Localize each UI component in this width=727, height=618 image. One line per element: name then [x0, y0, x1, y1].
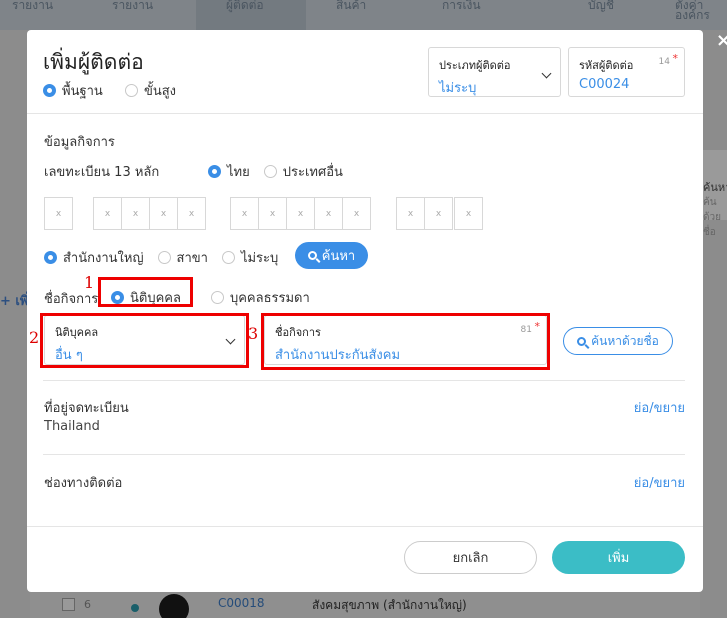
- tax-digit-input[interactable]: x: [424, 197, 453, 230]
- address-section-title: ที่อยู่จดทะเบียน: [44, 401, 129, 416]
- tax-digit-input[interactable]: x: [230, 197, 259, 230]
- mode-selector: พื้นฐาน ขั้นสูง: [43, 80, 194, 101]
- search-button-label: ค้นหา: [321, 249, 356, 264]
- country-other-radio[interactable]: ประเทศอื่น: [263, 161, 343, 182]
- status-dot: [131, 604, 139, 612]
- business-section-title: ข้อมูลกิจการ: [44, 135, 115, 150]
- mode-basic-label: พื้นฐาน: [62, 84, 103, 99]
- contact-code-value: C00024: [579, 77, 630, 92]
- radio-icon: [210, 291, 224, 304]
- mode-advanced-radio[interactable]: ขั้นสูง: [124, 80, 177, 101]
- modal-title: เพิ่มผู้ติดต่อ: [43, 50, 144, 74]
- nav-tab-report-2[interactable]: รายงาน: [112, 0, 153, 30]
- branch-hq-radio[interactable]: สำนักงานใหญ่: [44, 247, 144, 268]
- row-number: 6: [84, 598, 91, 611]
- search-by-name-button[interactable]: ค้นหาด้วยชื่อ: [563, 327, 673, 355]
- country-other-label: ประเทศอื่น: [282, 165, 343, 180]
- tax-digit-input[interactable]: x: [258, 197, 287, 230]
- annotation-number-3: 3: [248, 324, 259, 343]
- add-contact-modal: เพิ่มผู้ติดต่อ พื้นฐาน ขั้นสูง ประเภทผู้…: [27, 30, 703, 592]
- mode-advanced-label: ขั้นสูง: [143, 84, 177, 99]
- radio-icon: [208, 165, 221, 178]
- tax-digit-input[interactable]: x: [396, 197, 425, 230]
- radio-icon: [221, 251, 235, 264]
- radio-icon: [157, 251, 171, 264]
- address-value: Thailand: [44, 419, 100, 434]
- tax-id-group-2: x x x x: [93, 197, 206, 230]
- avatar: [159, 594, 189, 618]
- contact-channels-toggle-link[interactable]: ย่อ/ขยาย: [634, 472, 685, 493]
- search-button[interactable]: ค้นหา: [295, 242, 368, 269]
- search-icon: [577, 336, 587, 346]
- contact-type-select[interactable]: ประเภทผู้ติดต่อ ไม่ระบุ: [428, 47, 561, 97]
- annotation-number-2: 2: [29, 328, 40, 347]
- radio-icon: [44, 251, 57, 264]
- tax-digit-input[interactable]: x: [44, 197, 73, 230]
- mode-basic-radio[interactable]: พื้นฐาน: [43, 80, 103, 101]
- search-panel-hint: ค้นด้วยชื่อ: [703, 197, 721, 238]
- tax-digit-input[interactable]: x: [286, 197, 315, 230]
- cancel-button[interactable]: ยกเลิก: [404, 541, 537, 574]
- branch-hq-label: สำนักงานใหญ่: [63, 251, 144, 266]
- contact-code-field[interactable]: รหัสผู้ติดต่อ C00024 14 *: [568, 47, 685, 97]
- row-checkbox[interactable]: [62, 598, 75, 611]
- tax-digit-input[interactable]: x: [93, 197, 122, 230]
- search-panel-label: ค้นหา: [703, 181, 727, 194]
- country-thai-radio[interactable]: ไทย: [208, 161, 250, 182]
- annotation-number-1: 1: [84, 273, 95, 292]
- branch-branch-radio[interactable]: สาขา: [157, 247, 208, 268]
- tax-id-group-4: x x: [396, 197, 453, 230]
- branch-none-label: ไม่ระบุ: [240, 251, 279, 266]
- contact-type-label: ประเภทผู้ติดต่อ: [439, 59, 511, 72]
- branch-none-radio[interactable]: ไม่ระบุ: [221, 247, 279, 268]
- nav-tab-contacts[interactable]: ผู้ติดต่อ: [196, 0, 306, 30]
- tax-id-group-1: x: [44, 197, 73, 230]
- nav-tab-products[interactable]: สินค้า: [336, 0, 366, 30]
- add-contact-link[interactable]: + เพิ่: [0, 290, 28, 311]
- contact-channels-title: ช่องทางติดต่อ: [44, 476, 123, 491]
- annotation-box-1: [98, 277, 193, 307]
- tax-digit-input[interactable]: x: [177, 197, 206, 230]
- nav-tab-report-1[interactable]: รายงาน: [12, 0, 53, 30]
- radio-icon: [124, 84, 138, 97]
- country-selector: ไทย ประเทศอื่น: [208, 161, 357, 182]
- tax-id-group-5: x: [454, 197, 483, 230]
- tax-digit-input[interactable]: x: [314, 197, 343, 230]
- row-contact-code[interactable]: C00018: [218, 596, 265, 610]
- address-toggle-link[interactable]: ย่อ/ขยาย: [634, 397, 685, 418]
- radio-icon: [263, 165, 277, 178]
- nav-tab-settings[interactable]: ตั้งค่าองค์กร: [675, 0, 727, 30]
- radio-icon: [43, 84, 56, 97]
- tax-digit-input[interactable]: x: [342, 197, 371, 230]
- row-contact-name: สังคมสุขภาพ (สำนักงานใหญ่): [312, 598, 467, 612]
- tax-digit-input[interactable]: x: [121, 197, 150, 230]
- modal-header: เพิ่มผู้ติดต่อ พื้นฐาน ขั้นสูง ประเภทผู้…: [27, 30, 703, 114]
- branch-branch-label: สาขา: [176, 251, 208, 266]
- nav-tab-accounting[interactable]: บัญชี: [588, 0, 614, 30]
- tax-digit-input[interactable]: x: [454, 197, 483, 230]
- search-icon: [307, 251, 317, 260]
- divider: [43, 454, 685, 455]
- search-by-name-label: ค้นหาด้วยชื่อ: [591, 333, 659, 348]
- add-button[interactable]: เพิ่ม: [552, 541, 685, 574]
- divider: [43, 380, 685, 381]
- entity-individual-radio[interactable]: บุคคลธรรมดา: [210, 287, 310, 308]
- tax-id-group-3: x x x x x: [230, 197, 371, 230]
- branch-selector: สำนักงานใหญ่ สาขา ไม่ระบุ: [44, 247, 292, 268]
- annotation-box-2: [40, 313, 249, 368]
- entity-individual-label: บุคคลธรรมดา: [229, 291, 310, 306]
- nav-tab-finance[interactable]: การเงิน: [442, 0, 481, 30]
- tax-digit-input[interactable]: x: [149, 197, 178, 230]
- required-mark: *: [672, 52, 679, 65]
- modal-footer: ยกเลิก เพิ่ม: [27, 526, 703, 592]
- close-icon[interactable]: ×: [716, 30, 727, 51]
- country-thai-label: ไทย: [227, 165, 250, 180]
- contact-type-value: ไม่ระบุ: [439, 81, 477, 96]
- annotation-box-3: [261, 313, 550, 370]
- char-count: 14: [658, 57, 670, 67]
- tax-id-label: เลขทะเบียน 13 หลัก: [44, 165, 160, 180]
